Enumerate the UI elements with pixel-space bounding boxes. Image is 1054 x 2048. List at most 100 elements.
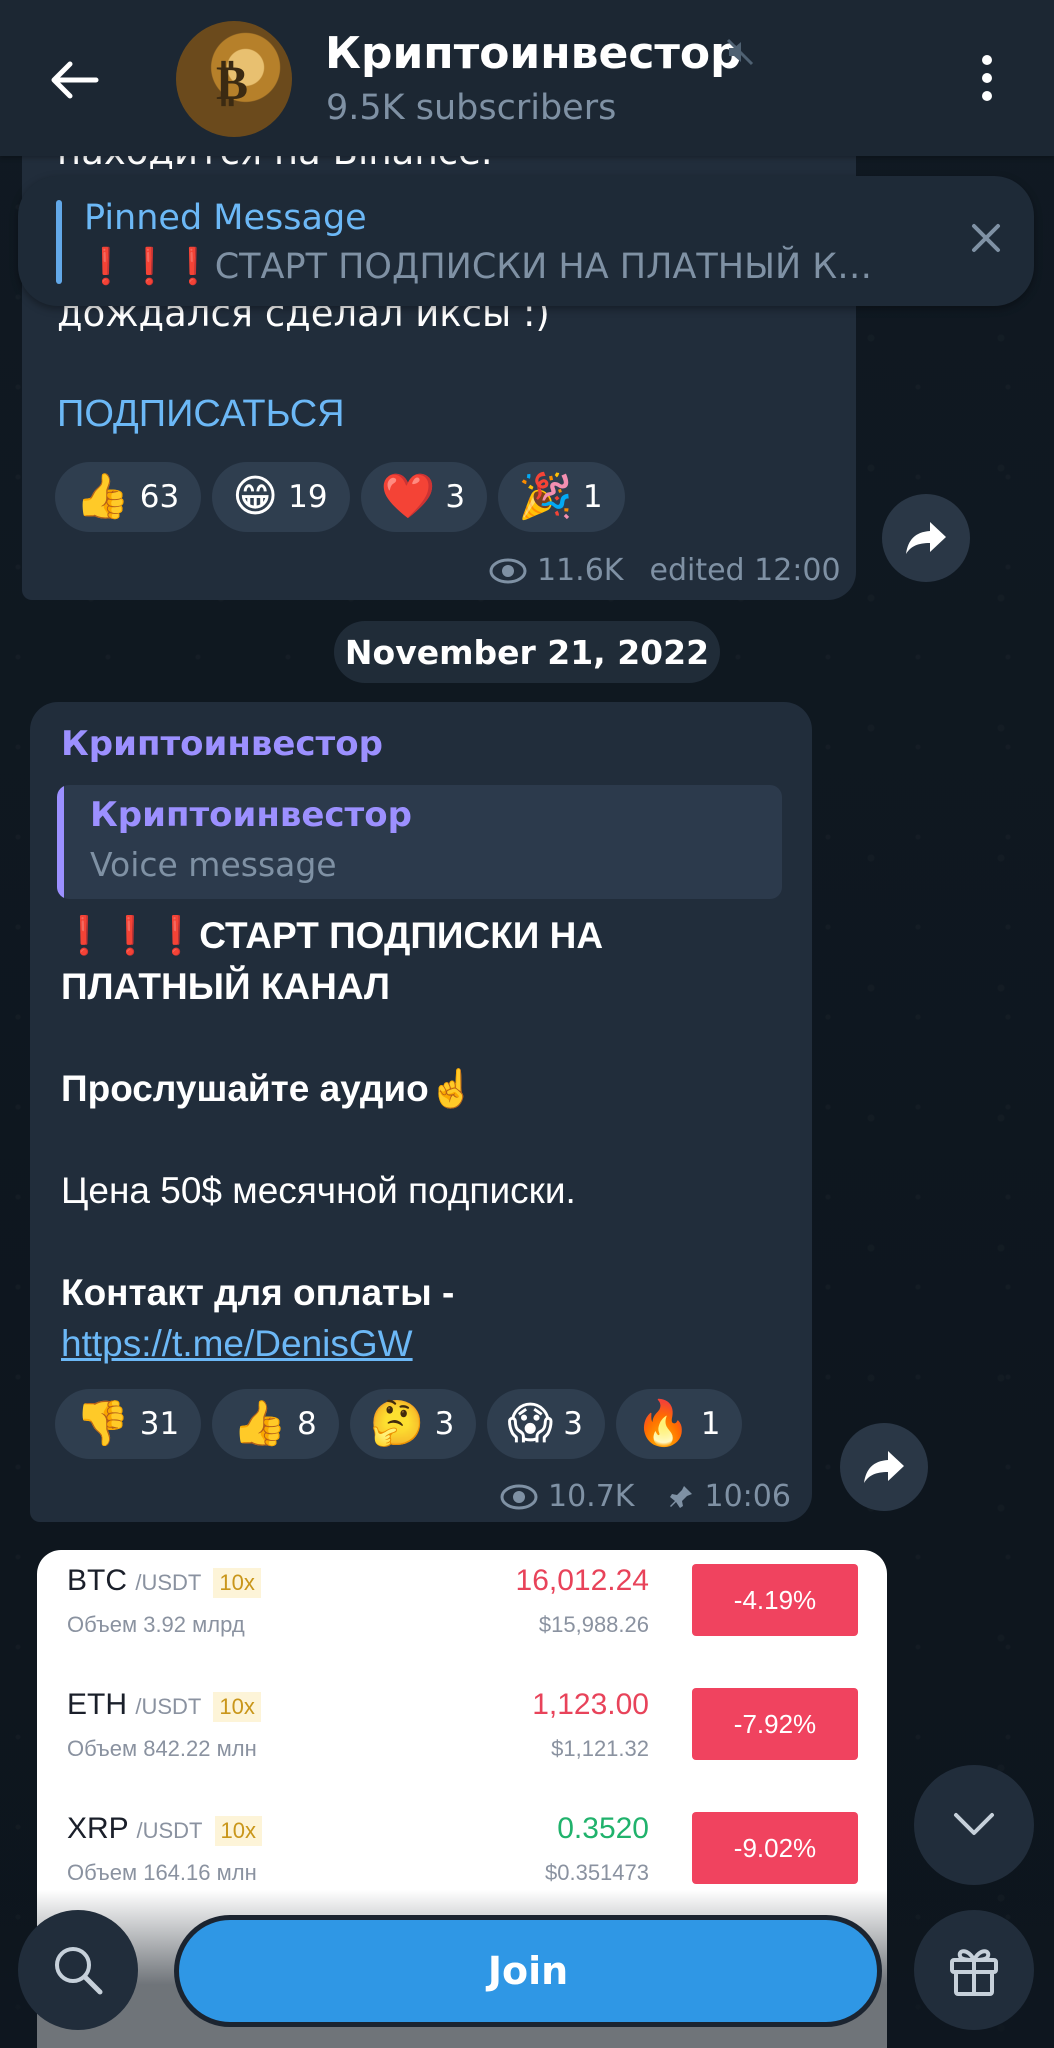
share-button[interactable]	[882, 494, 970, 582]
menu-button[interactable]	[975, 54, 999, 102]
message-time: 10:06	[704, 1479, 791, 1514]
share-arrow-icon	[906, 522, 946, 554]
reaction-button[interactable]: 👎 31	[55, 1389, 202, 1459]
reaction-count: 3	[445, 479, 466, 515]
coin-price: 0.3520	[557, 1812, 649, 1845]
coin-volume: Объем 842.22 млн	[67, 1736, 257, 1761]
reaction-emoji: 😁	[232, 471, 279, 522]
close-icon	[972, 224, 1000, 252]
eye-icon	[489, 558, 527, 583]
coin-price-usd: $15,988.26	[538, 1612, 649, 1637]
share-button[interactable]	[840, 1423, 928, 1511]
arrow-left-icon	[51, 61, 99, 99]
coin-pair: /USDT	[136, 1818, 203, 1843]
reaction-count: 63	[139, 479, 180, 515]
reaction-count: 3	[563, 1406, 583, 1442]
pinned-accent-bar	[56, 200, 62, 284]
eye-icon	[500, 1484, 538, 1509]
change-badge: -4.19%	[692, 1564, 858, 1636]
message-time: edited 12:00	[649, 553, 841, 588]
reaction-emoji: 👍	[75, 471, 130, 522]
gift-icon	[950, 1949, 998, 1996]
pinned-message-bar[interactable]: Pinned Message ❗❗❗СТАРТ ПОДПИСКИ НА ПЛАТ…	[18, 176, 1034, 306]
coin-symbol: XRP /USDT 10x	[67, 1812, 262, 1846]
market-row: ETH /USDT 10x Объем 842.22 млн 1,123.00 $1,1…	[37, 1674, 887, 1798]
vertical-dots-icon	[982, 55, 992, 101]
market-row: BTC /USDT 10x Объем 3.92 млрд 16,012.24 $15,…	[37, 1550, 887, 1674]
reaction-button[interactable]: 👍 8	[212, 1389, 339, 1459]
coin-price-usd: $0.351473	[545, 1860, 649, 1885]
date-separator: November 21, 2022	[334, 621, 720, 683]
reaction-emoji: ❤️	[380, 471, 436, 522]
subscribe-link[interactable]: ПОДПИСАТЬСЯ	[57, 393, 345, 436]
reaction-emoji: 🤔	[369, 1398, 425, 1449]
reaction-button[interactable]: 😱 3	[487, 1389, 605, 1459]
change-badge: -7.92%	[692, 1688, 858, 1760]
message-line-price: Цена 50$ месячной подписки.	[61, 1170, 576, 1211]
channel-avatar[interactable]: ₿	[176, 21, 292, 137]
reaction-emoji: 😱	[507, 1398, 554, 1449]
change-badge: -9.02%	[692, 1812, 858, 1884]
coin-ticker: BTC	[67, 1564, 127, 1597]
reaction-button[interactable]: 😁 19	[212, 462, 350, 532]
coin-volume: Объем 3.92 млрд	[67, 1612, 245, 1637]
share-arrow-icon	[864, 1451, 904, 1483]
reaction-emoji: 🎉	[518, 471, 573, 522]
message-line-headline: ❗❗❗СТАРТ ПОДПИСКИ НА ПЛАТНЫЙ КАНАЛ	[61, 915, 604, 1007]
reaction-emoji: 👍	[232, 1398, 288, 1449]
reaction-count: 8	[297, 1406, 317, 1442]
chat-header: ₿ Криптоинвестор 9.5K subscribers	[0, 0, 1054, 156]
pinned-text: ❗❗❗СТАРТ ПОДПИСКИ НА ПЛАТНЫЙ К…	[84, 247, 873, 287]
reaction-emoji: 🔥	[635, 1398, 691, 1449]
coin-symbol: ETH /USDT 10x	[67, 1688, 261, 1722]
reactions-main: 👎 31 👍 8 🤔 3 😱 3 🔥 1	[55, 1389, 743, 1459]
chevron-down-icon	[954, 1813, 994, 1835]
back-button[interactable]	[46, 52, 102, 108]
reaction-button[interactable]: 🔥 1	[615, 1389, 743, 1459]
coin-pair: /USDT	[135, 1570, 202, 1595]
reaction-count: 1	[582, 479, 603, 515]
contact-label: Контакт для оплаты -	[61, 1272, 455, 1313]
pinned-title: Pinned Message	[84, 198, 367, 238]
views-count: 11.6K	[537, 553, 624, 588]
coin-symbol: BTC /USDT 10x	[67, 1564, 261, 1598]
message-line-contact: Контакт для оплаты - https://t.me/DenisG…	[61, 1267, 791, 1369]
reaction-count: 3	[434, 1406, 455, 1442]
contact-link[interactable]: https://t.me/DenisGW	[61, 1323, 413, 1364]
leverage-badge: 10x	[213, 1692, 261, 1722]
reaction-button[interactable]: ❤️ 3	[360, 462, 488, 532]
leverage-badge: 10x	[214, 1816, 262, 1846]
coin-price: 1,123.00	[532, 1688, 649, 1721]
reply-text: Voice message	[90, 845, 337, 884]
reaction-count: 19	[288, 479, 328, 515]
coin-ticker: ETH	[67, 1688, 127, 1721]
search-button[interactable]	[18, 1910, 138, 2030]
reaction-button[interactable]: 👍 63	[55, 462, 202, 532]
scroll-down-button[interactable]	[914, 1765, 1034, 1885]
search-icon	[55, 1947, 103, 1995]
leverage-badge: 10x	[213, 1568, 261, 1598]
message-author[interactable]: Криптоинвестор	[61, 724, 383, 764]
reply-author: Криптоинвестор	[90, 795, 412, 835]
coin-price-usd: $1,121.32	[551, 1736, 649, 1761]
reaction-button[interactable]: 🎉 1	[498, 462, 625, 532]
coin-price: 16,012.24	[515, 1564, 649, 1597]
reaction-emoji: 👎	[75, 1398, 130, 1449]
coin-volume: Объем 164.16 млн	[67, 1860, 257, 1885]
views-count: 10.7K	[548, 1479, 635, 1514]
reaction-count: 1	[700, 1406, 721, 1442]
reply-preview[interactable]: Криптоинвестор Voice message	[57, 785, 782, 899]
coin-pair: /USDT	[135, 1694, 202, 1719]
coin-ticker: XRP	[67, 1812, 129, 1845]
message-meta: 10.7K 10:06	[500, 1479, 791, 1514]
join-button[interactable]: Join	[174, 1915, 882, 2027]
muted-speaker-icon	[726, 38, 754, 66]
reaction-button[interactable]: 🤔 3	[349, 1389, 477, 1459]
gift-button[interactable]	[914, 1910, 1034, 2030]
channel-title[interactable]: Криптоинвестор	[325, 28, 742, 79]
reactions-previous: 👍 63 😁 19 ❤️ 3 🎉 1	[55, 462, 625, 532]
close-pinned-button[interactable]	[960, 212, 1012, 264]
message-meta: 11.6K edited 12:00	[489, 553, 841, 588]
pin-icon	[670, 1485, 693, 1508]
message-line-listen: Прослушайте аудио☝️	[61, 1068, 475, 1109]
